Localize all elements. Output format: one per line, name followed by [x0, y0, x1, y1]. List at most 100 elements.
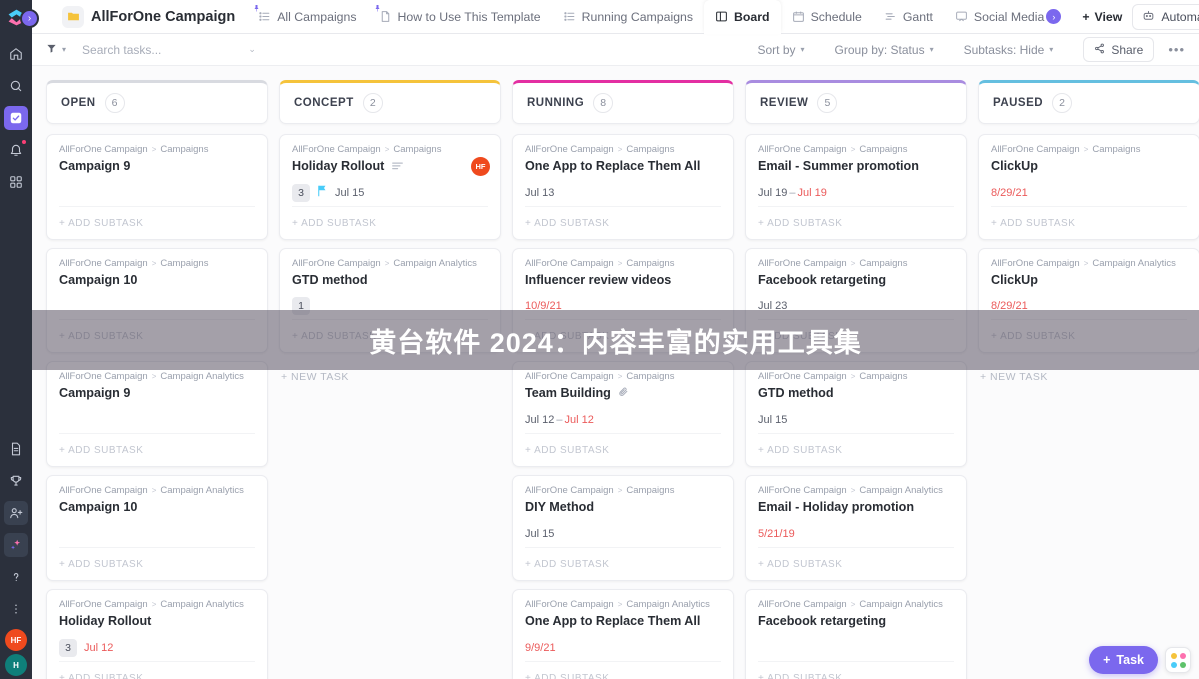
add-subtask-button[interactable]: + ADD SUBTASK [59, 546, 255, 580]
date-range[interactable]: Jul 12– Jul 12 [525, 414, 594, 426]
subtask-count-badge[interactable]: 3 [59, 638, 77, 657]
add-subtask-button[interactable]: + ADD SUBTASK [59, 319, 255, 352]
task-title[interactable]: GTD method [292, 273, 488, 289]
tab-running-campaigns[interactable]: Running Campaigns [552, 0, 704, 33]
task-card[interactable]: AllForOne Campaign > Campaigns DIY Method Ju… [512, 475, 734, 581]
task-title[interactable]: Email - Holiday promotion [758, 500, 954, 516]
add-subtask-button[interactable]: + ADD SUBTASK [525, 205, 721, 239]
task-card[interactable]: AllForOne Campaign > Campaigns Campaign 10 +… [46, 247, 268, 354]
folder-chip[interactable]: AllForOne Campaign [44, 0, 247, 33]
tab-all-campaigns[interactable]: All Campaigns [247, 0, 367, 33]
due-date[interactable]: Jul 13 [525, 187, 554, 199]
task-title[interactable]: Holiday Rollout [292, 159, 488, 175]
group-by-button[interactable]: Group by: Status ▾ [835, 43, 934, 57]
color-grid-icon[interactable] [1165, 647, 1191, 673]
ai-sparkle-icon[interactable] [4, 533, 28, 557]
task-title[interactable]: Facebook retargeting [758, 273, 954, 289]
add-subtask-button[interactable]: + ADD SUBTASK [525, 546, 721, 580]
add-subtask-button[interactable]: + ADD SUBTASK [59, 660, 255, 679]
docs-icon[interactable] [4, 437, 28, 461]
sidebar-toggle-chevron-right-icon[interactable]: › [20, 9, 39, 28]
subtask-count-badge[interactable]: 3 [292, 183, 310, 202]
avatar[interactable]: HF [471, 157, 490, 176]
task-card[interactable]: AllForOne Campaign > Campaigns Holiday Roll… [279, 134, 501, 240]
due-date[interactable]: 10/9/21 [525, 300, 562, 312]
notifications-bell-icon[interactable] [4, 138, 28, 162]
arrow-right-circle-icon[interactable]: › [1046, 9, 1062, 24]
more-vertical-icon[interactable] [4, 597, 28, 621]
task-card[interactable]: AllForOne Campaign > Campaign Analytics One… [512, 588, 734, 679]
task-card[interactable]: AllForOne Campaign > Campaign Analytics Cli… [978, 247, 1199, 354]
due-date[interactable]: Jul 15 [525, 528, 554, 540]
due-date[interactable]: Jul 12 [84, 642, 113, 654]
sort-by-button[interactable]: Sort by ▾ [757, 43, 804, 57]
task-card[interactable]: AllForOne Campaign > Campaigns Email - Summ… [745, 134, 967, 240]
task-title[interactable]: DIY Method [525, 500, 721, 516]
task-card[interactable]: AllForOne Campaign > Campaigns One App to R… [512, 134, 734, 240]
task-card[interactable]: AllForOne Campaign > Campaign Analytics Ema… [745, 475, 967, 581]
due-date[interactable]: Jul 15 [758, 414, 787, 426]
due-date[interactable]: 5/21/19 [758, 528, 795, 540]
search-input[interactable]: Search tasks... ⌄ [82, 43, 256, 57]
task-title[interactable]: ClickUp [991, 273, 1187, 289]
add-subtask-button[interactable]: + ADD SUBTASK [758, 660, 954, 679]
task-title[interactable]: Facebook retargeting [758, 614, 954, 630]
priority-flag-icon[interactable] [317, 184, 328, 202]
column-header[interactable]: RUNNING 8 [512, 80, 734, 124]
task-title[interactable]: Email - Summer promotion [758, 159, 954, 175]
add-subtask-button[interactable]: + ADD SUBTASK [758, 433, 954, 466]
task-card[interactable]: AllForOne Campaign > Campaign Analytics Hol… [46, 588, 268, 679]
chevron-down-icon[interactable]: ⌄ [248, 44, 256, 55]
due-date[interactable]: 8/29/21 [991, 187, 1028, 199]
task-title[interactable]: Holiday Rollout [59, 614, 255, 630]
task-card[interactable]: AllForOne Campaign > Campaign Analytics Fac… [745, 588, 967, 679]
task-card[interactable]: AllForOne Campaign > Campaigns Influencer r… [512, 247, 734, 354]
new-task-button[interactable]: + NEW TASK [978, 361, 1199, 393]
tasks-checkbox-icon[interactable] [4, 106, 28, 130]
task-title[interactable]: Campaign 9 [59, 159, 255, 175]
task-title[interactable]: ClickUp [991, 159, 1187, 175]
ellipsis-icon[interactable]: ••• [1168, 42, 1185, 57]
add-subtask-button[interactable]: + ADD SUBTASK [758, 319, 954, 352]
add-subtask-button[interactable]: + ADD SUBTASK [525, 433, 721, 466]
task-title[interactable]: Campaign 9 [59, 386, 255, 402]
search-icon[interactable] [4, 74, 28, 98]
task-title[interactable]: One App to Replace Them All [525, 159, 721, 175]
task-card[interactable]: AllForOne Campaign > Campaigns ClickUp 8/29/… [978, 134, 1199, 240]
task-title[interactable]: Team Building [525, 386, 721, 402]
add-subtask-button[interactable]: + ADD SUBTASK [525, 660, 721, 679]
column-header[interactable]: PAUSED 2 [978, 80, 1199, 124]
avatar[interactable]: H [5, 654, 27, 676]
column-header[interactable]: OPEN 6 [46, 80, 268, 124]
date-range[interactable]: Jul 19– Jul 19 [758, 187, 827, 199]
invite-user-icon[interactable] [4, 501, 28, 525]
task-title[interactable]: Influencer review videos [525, 273, 721, 289]
task-title[interactable]: GTD method [758, 386, 954, 402]
add-subtask-button[interactable]: + ADD SUBTASK [292, 319, 488, 352]
task-card[interactable]: AllForOne Campaign > Campaigns Team Buildin… [512, 361, 734, 468]
task-title[interactable]: One App to Replace Them All [525, 614, 721, 630]
subtask-count-badge[interactable]: 1 [292, 297, 310, 316]
automate-button[interactable]: Automate ▾ [1132, 3, 1199, 30]
tab-social-media[interactable]: Social Media › [944, 0, 1072, 33]
share-button[interactable]: Share [1083, 37, 1155, 62]
task-card[interactable]: AllForOne Campaign > Campaigns Facebook ret… [745, 247, 967, 354]
tab-how-to-use-this-template[interactable]: How to Use This Template [368, 0, 552, 33]
task-card[interactable]: AllForOne Campaign > Campaign Analytics Cam… [46, 361, 268, 468]
column-header[interactable]: CONCEPT 2 [279, 80, 501, 124]
due-date[interactable]: Jul 23 [758, 300, 787, 312]
column-header[interactable]: REVIEW 5 [745, 80, 967, 124]
task-title[interactable]: Campaign 10 [59, 500, 255, 516]
task-card[interactable]: AllForOne Campaign > Campaigns GTD method Ju… [745, 361, 967, 468]
tab-schedule[interactable]: Schedule [781, 0, 873, 33]
add-subtask-button[interactable]: + ADD SUBTASK [292, 205, 488, 239]
add-subtask-button[interactable]: + ADD SUBTASK [525, 319, 721, 352]
add-subtask-button[interactable]: + ADD SUBTASK [59, 433, 255, 466]
task-title[interactable]: Campaign 10 [59, 273, 255, 289]
due-date[interactable]: Jul 15 [335, 187, 364, 199]
add-subtask-button[interactable]: + ADD SUBTASK [758, 205, 954, 239]
subtasks-button[interactable]: Subtasks: Hide ▾ [964, 43, 1054, 57]
filter-button[interactable]: ▾ [46, 43, 66, 57]
due-date[interactable]: 9/9/21 [525, 642, 556, 654]
tab-gantt[interactable]: Gantt [873, 0, 944, 33]
